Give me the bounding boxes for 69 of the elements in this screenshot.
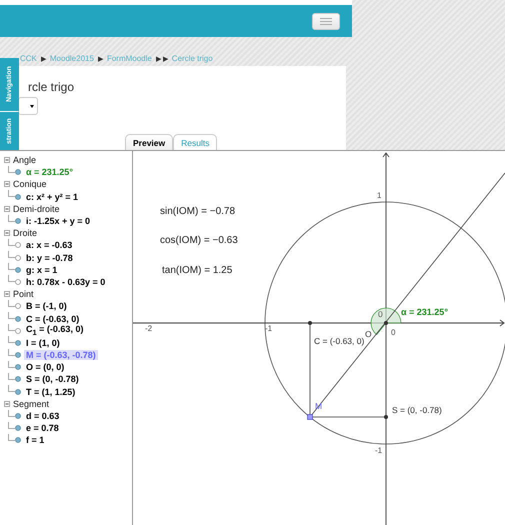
- algebra-item[interactable]: h: 0.78x - 0.63y = 0: [24, 276, 108, 287]
- algebra-item[interactable]: b: y = -0.78: [24, 252, 75, 263]
- visibility-dot-icon[interactable]: [15, 413, 21, 420]
- visibility-dot-icon[interactable]: [15, 218, 21, 224]
- category-label: Point: [13, 289, 34, 300]
- formula-text: cos(IOM) = −0.63: [160, 235, 238, 246]
- page-title: rcle trigo: [28, 80, 76, 94]
- menu-button[interactable]: [312, 12, 340, 30]
- visibility-dot-icon[interactable]: [15, 303, 21, 310]
- visibility-dot-icon[interactable]: [15, 425, 21, 432]
- collapse-icon[interactable]: [4, 291, 10, 298]
- algebra-item[interactable]: O = (0, 0): [24, 362, 66, 372]
- algebra-item[interactable]: B = (-1, 0): [24, 301, 69, 312]
- collapse-icon[interactable]: [4, 157, 10, 164]
- point[interactable]: [384, 321, 388, 325]
- caret-icon: [30, 104, 34, 108]
- formula-text: tan(IOM) = 1.25: [162, 265, 232, 276]
- visibility-dot-icon[interactable]: [15, 388, 21, 395]
- category-label: Segment: [13, 398, 50, 409]
- collapse-icon[interactable]: [4, 400, 10, 407]
- visibility-dot-icon[interactable]: [15, 316, 21, 322]
- algebra-item[interactable]: S = (0, -0.78): [24, 374, 81, 384]
- collapse-icon[interactable]: [4, 181, 10, 188]
- category-label: Conique: [13, 179, 47, 190]
- axis-tick-label: -1: [265, 324, 272, 333]
- dropdown[interactable]: [18, 97, 38, 115]
- algebra-item[interactable]: f = 1: [24, 435, 46, 446]
- visibility-dot-icon[interactable]: [15, 194, 21, 200]
- point[interactable]: [308, 321, 312, 325]
- visibility-dot-icon[interactable]: [15, 437, 21, 444]
- algebra-item[interactable]: e = 0.78: [24, 423, 61, 434]
- algebra-item[interactable]: α = 231.25°: [24, 167, 75, 178]
- visibility-dot-icon[interactable]: [15, 278, 21, 285]
- point-label: C = (-0.63, 0): [314, 336, 364, 346]
- algebra-item[interactable]: d = 0.63: [24, 411, 62, 422]
- visibility-dot-icon[interactable]: [15, 364, 21, 370]
- angle-sector: [370, 308, 402, 335]
- axis-tick-label: 0: [391, 328, 396, 337]
- visibility-dot-icon[interactable]: [15, 376, 21, 382]
- point-label: O: [365, 329, 372, 339]
- point[interactable]: [384, 415, 388, 419]
- collapse-icon[interactable]: [4, 206, 10, 212]
- point-label: 0: [378, 309, 383, 319]
- category-label: Demi-droite: [13, 204, 60, 214]
- visibility-dot-icon[interactable]: [15, 340, 21, 346]
- algebra-item[interactable]: c: x² + y² = 1: [24, 192, 80, 202]
- algebra-item[interactable]: T = (1, 1.25): [24, 386, 78, 397]
- visibility-dot-icon[interactable]: [15, 169, 21, 176]
- axis-tick-label: -1: [375, 446, 382, 455]
- visibility-dot-icon[interactable]: [15, 242, 21, 248]
- visibility-dot-icon[interactable]: [15, 266, 21, 273]
- algebra-item[interactable]: a: x = -0.63: [24, 240, 74, 250]
- algebra-item[interactable]: g: x = 1: [24, 264, 60, 275]
- category-label: Droite: [13, 228, 38, 238]
- category-label: Angle: [13, 155, 36, 166]
- point-label: S = (0, -0.78): [392, 405, 442, 415]
- algebra-item[interactable]: C = (-0.63, 0): [24, 314, 82, 324]
- tab[interactable]: Preview: [125, 134, 174, 150]
- axis-tick-label: 1: [377, 191, 382, 200]
- visibility-dot-icon[interactable]: [15, 328, 21, 334]
- axis-tick-label: -2: [145, 324, 152, 333]
- formula-text: sin(IOM) = −0.78: [160, 206, 236, 217]
- algebra-item[interactable]: i: -1.25x + y = 0: [24, 216, 92, 226]
- algebra-item[interactable]: I = (1, 0): [24, 338, 62, 348]
- point-label: α = 231.25°: [401, 307, 448, 317]
- visibility-dot-icon[interactable]: [15, 254, 21, 261]
- algebra-item[interactable]: C$_{1}$ = (-0.63, 0): [24, 324, 86, 338]
- visibility-dot-icon[interactable]: [15, 352, 21, 358]
- collapse-icon[interactable]: [4, 230, 10, 236]
